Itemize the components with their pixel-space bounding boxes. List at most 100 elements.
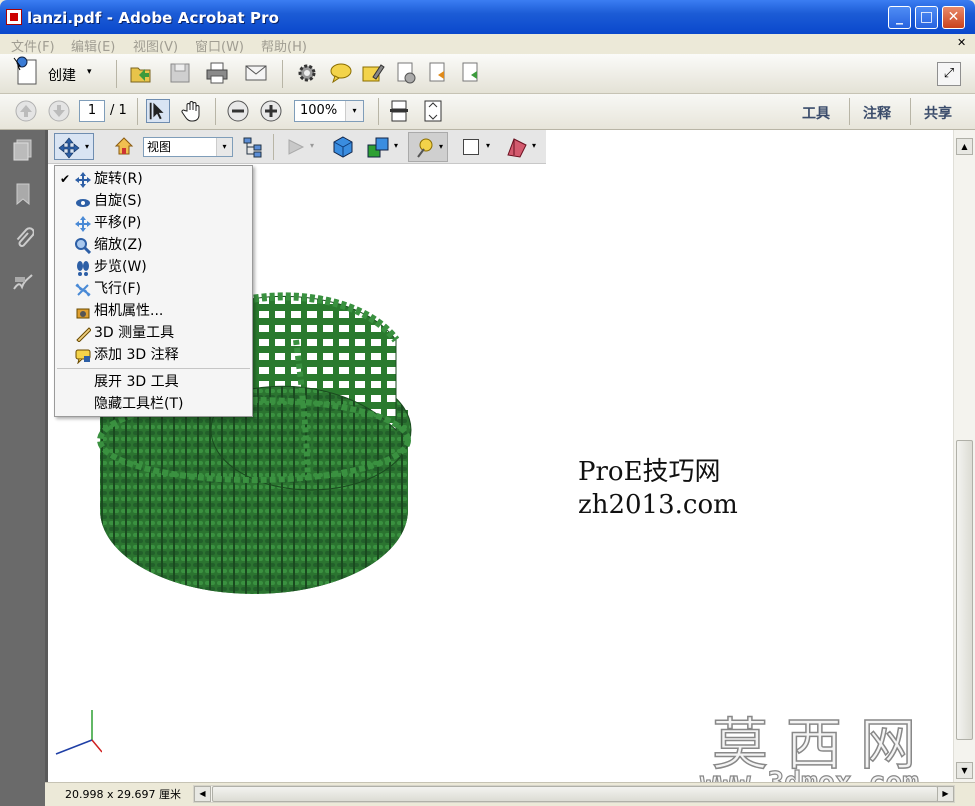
home-view-icon[interactable] [114,136,134,156]
hand-tool-icon[interactable] [180,99,204,123]
site-title: ProE技巧网 [578,457,721,487]
close-document-button[interactable]: ✕ [957,37,969,49]
menu-item-label: 平移(P) [94,215,142,231]
menu-file[interactable]: 文件(F) [11,36,55,55]
cross-section-caret-icon[interactable]: ▾ [532,141,536,150]
previous-page-icon[interactable] [14,99,38,123]
print-icon[interactable] [205,61,229,85]
axis-triad-icon [55,710,102,755]
3d-tool-caret-icon: ▾ [85,142,90,151]
zoom-value: 100% [300,103,338,118]
site-url: zh2013.com [578,490,738,520]
menu-item-label: 隐藏工具栏(T) [94,396,184,412]
email-icon[interactable] [244,61,268,85]
minimize-button[interactable]: _ [888,6,911,29]
bookmarks-icon[interactable] [12,183,34,205]
menu-item-zoom[interactable]: 缩放(Z) [55,234,252,256]
attachments-icon[interactable] [12,227,34,249]
spin-icon [76,199,90,207]
page-number-input[interactable]: 1 [79,100,105,122]
model-render-mode-icon[interactable] [331,135,355,159]
delete-page-icon[interactable] [394,61,418,85]
zoom-in-icon[interactable] [259,99,283,123]
menu-item-measure[interactable]: 3D 测量工具 [55,322,252,344]
create-button[interactable]: 创建 [48,65,76,85]
fit-page-icon[interactable] [421,99,445,123]
view-select[interactable]: 视图 ▾ [143,137,233,157]
scroll-down-button[interactable]: ▼ [956,762,973,779]
add-comment-icon [75,349,91,364]
comment-pane-link[interactable]: 注释 [863,103,891,123]
menu-item-expand-3d-tools[interactable]: 展开 3D 工具 [55,371,252,393]
page-thumbnails-icon[interactable] [12,139,34,161]
menu-view[interactable]: 视图(V) [133,36,178,55]
menu-item-spin[interactable]: 自旋(S) [55,190,252,212]
select-tool-icon[interactable] [146,99,170,123]
background-color-icon[interactable] [463,139,479,155]
rotate-icon [75,172,91,188]
3d-tool-menu: ✔ 旋转(R) 自旋(S) 平移(P) 缩放(Z) 步览(W) 飞行(F) 相机… [54,165,253,417]
tools-pane-link[interactable]: 工具 [802,103,830,123]
menu-item-pan[interactable]: 平移(P) [55,212,252,234]
lighting-button[interactable]: ▾ [408,132,448,162]
lighting-caret-icon: ▾ [439,142,444,151]
horizontal-scrollbar[interactable]: ◀ ▶ [193,785,955,803]
next-page-icon[interactable] [47,99,71,123]
play-animation-icon[interactable] [286,137,306,157]
close-button[interactable]: ✕ [942,6,965,29]
export-icon[interactable] [426,61,450,85]
model-tree-icon[interactable] [242,136,264,158]
view-select-value: 视图 [147,140,172,154]
horizontal-scroll-thumb[interactable] [212,786,938,802]
zoom-select[interactable]: 100% ▾ [294,100,364,122]
menu-item-camera-properties[interactable]: 相机属性... [55,300,252,322]
navigation-toolbar: 1 / 1 100% ▾ 工具 注释 共享 [0,94,975,130]
menu-item-add-comment[interactable]: 添加 3D 注释 [55,344,252,366]
menu-item-hide-toolbar[interactable]: 隐藏工具栏(T) [55,393,252,415]
create-pdf-icon [13,56,37,85]
scroll-right-button[interactable]: ▶ [937,786,954,802]
3d-toolbar: ▾ 视图 ▾ ▾ ▾ ▾ ▾ ▾ [48,130,546,164]
gear-icon[interactable] [295,61,319,85]
signatures-icon[interactable] [12,271,34,293]
vertical-scrollbar[interactable]: ▲ ▼ [953,130,975,782]
zoom-icon [75,238,91,254]
menu-window[interactable]: 窗口(W) [195,36,244,55]
background-caret-icon[interactable]: ▾ [486,141,490,150]
open-icon[interactable] [129,61,153,85]
view-select-dropdown-icon[interactable]: ▾ [216,138,232,156]
zoom-dropdown-icon[interactable]: ▾ [345,101,363,121]
scrolling-mode-icon[interactable] [387,99,411,123]
menu-item-label: 缩放(Z) [94,237,143,253]
page-total: / 1 [110,103,127,118]
save-icon[interactable] [168,61,192,85]
menu-item-walk[interactable]: 步览(W) [55,256,252,278]
create-caret-icon[interactable]: ▾ [87,67,92,77]
render-style-icon[interactable] [366,135,392,159]
share-pane-link[interactable]: 共享 [924,103,952,123]
menu-separator [57,368,250,369]
menu-item-label: 相机属性... [94,303,164,319]
menu-item-fly[interactable]: 飞行(F) [55,278,252,300]
send-icon[interactable] [459,61,483,85]
menu-bar: 文件(F) 编辑(E) 视图(V) 窗口(W) 帮助(H) ✕ [0,34,975,55]
maximize-button[interactable]: □ [915,6,938,29]
comment-icon[interactable] [329,61,353,85]
cross-section-icon[interactable] [504,135,530,159]
menu-item-rotate[interactable]: ✔ 旋转(R) [55,168,252,190]
zoom-out-icon[interactable] [226,99,250,123]
menu-item-label: 添加 3D 注释 [94,347,179,363]
acrobat-icon [6,9,22,25]
scroll-left-button[interactable]: ◀ [194,786,211,802]
3d-tool-dropdown-button[interactable]: ▾ [54,133,94,160]
render-style-caret-icon[interactable]: ▾ [394,141,398,150]
menu-help[interactable]: 帮助(H) [261,36,307,55]
menu-edit[interactable]: 编辑(E) [71,36,115,55]
scroll-thumb[interactable] [956,440,973,740]
measure-icon [76,327,91,342]
animation-caret-icon[interactable]: ▾ [310,141,314,150]
highlight-icon[interactable] [361,61,385,85]
menu-item-label: 展开 3D 工具 [94,374,179,390]
scroll-up-button[interactable]: ▲ [956,138,973,155]
expand-button[interactable]: ⤢ [937,62,961,86]
